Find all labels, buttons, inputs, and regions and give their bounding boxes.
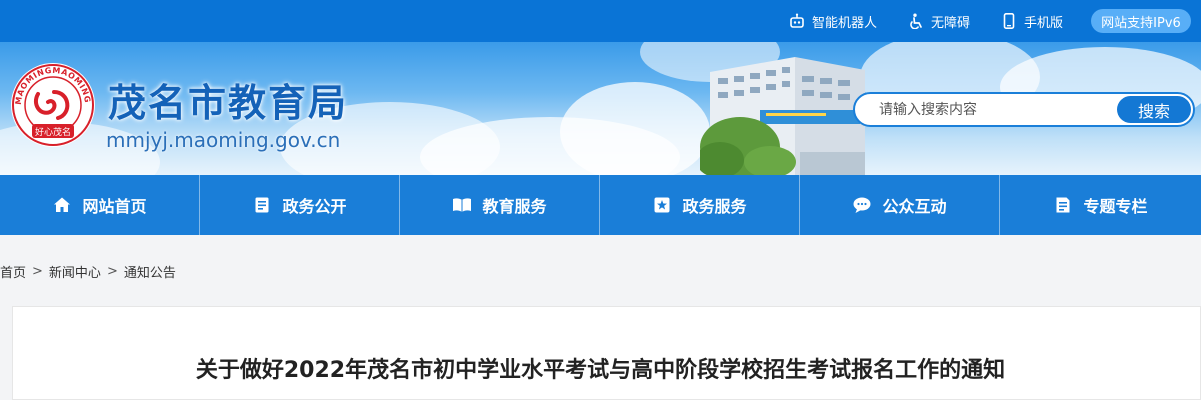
cloud-decoration [560,82,710,175]
main-nav: 网站首页 政务公开 教育服务 政务服务 公众互动 专题专栏 [0,175,1201,235]
top-utility-bar: 智能机器人 无障碍 手机版 网站支持IPv6 [0,0,1201,42]
nav-item-gov-open[interactable]: 政务公开 [200,175,400,235]
nav-item-special-topics[interactable]: 专题专栏 [1000,175,1201,235]
robot-link[interactable]: 智能机器人 [788,0,877,42]
breadcrumb-separator: > [32,264,43,279]
robot-icon [788,12,806,30]
breadcrumb-notices[interactable]: 通知公告 [124,262,176,281]
mobile-label: 手机版 [1024,15,1064,31]
breadcrumb: 首页 > 新闻中心 > 通知公告 [0,262,176,281]
accessibility-link[interactable]: 无障碍 [907,0,970,42]
home-icon [52,195,72,215]
article-title: 关于做好2022年茂名市初中学业水平考试与高中阶段学校招生考试报名工作的通知 [195,358,1006,383]
mobile-link[interactable]: 手机版 [1000,0,1063,42]
nav-item-label: 公众互动 [882,197,947,216]
nav-item-label: 政务公开 [282,197,347,216]
list-icon [1053,195,1073,215]
search-box: 搜索 [853,92,1195,127]
search-input[interactable] [855,94,1115,125]
ipv6-badge[interactable]: 网站支持IPv6 [1091,9,1191,33]
site-banner: MAOMINGMAOMING 好心茂名 茂名市教育局 mmjyj.maoming… [0,42,1201,175]
accessibility-label: 无障碍 [931,15,971,31]
nav-item-home[interactable]: 网站首页 [0,175,200,235]
breadcrumb-separator: > [106,264,118,279]
mobile-icon [1000,12,1018,30]
document-icon [252,195,272,215]
site-title: 茂名市教育局 [108,80,349,125]
breadcrumb-home[interactable]: 首页 [0,262,26,281]
nav-item-label: 网站首页 [82,197,147,216]
breadcrumb-news-center[interactable]: 新闻中心 [49,262,101,281]
chat-icon [852,195,872,215]
logo-caption: 好心茂名 [35,126,71,138]
nav-item-label: 专题专栏 [1083,197,1148,216]
nav-item-public-interaction[interactable]: 公众互动 [800,175,1000,235]
book-icon [452,195,472,215]
nav-item-gov-service[interactable]: 政务服务 [600,175,800,235]
school-building-image [700,57,865,175]
nav-item-edu-service[interactable]: 教育服务 [400,175,600,235]
search-button[interactable]: 搜索 [1117,96,1191,123]
star-icon [652,195,672,215]
nav-item-label: 教育服务 [482,197,547,216]
site-logo: MAOMINGMAOMING 好心茂名 [11,63,95,147]
site-domain: mmjyj.maoming.gov.cn [106,128,341,152]
robot-label: 智能机器人 [812,15,878,31]
accessibility-icon [907,12,925,30]
nav-item-label: 政务服务 [682,197,747,216]
